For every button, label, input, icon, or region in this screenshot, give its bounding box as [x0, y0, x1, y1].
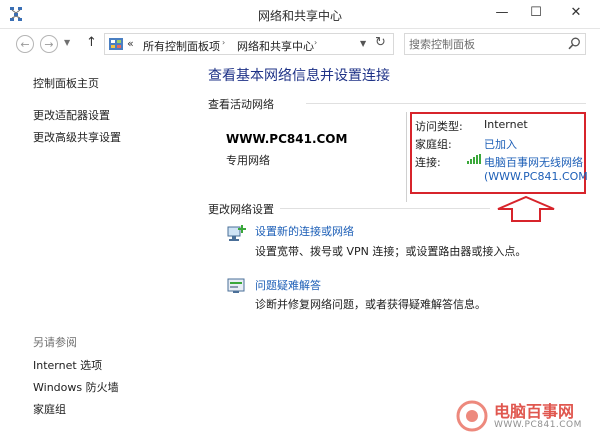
see-also-heading: 另请参阅 [33, 336, 77, 349]
refresh-icon[interactable]: ↻ [375, 35, 386, 50]
homegroup-link[interactable]: 已加入 [484, 136, 517, 152]
page-title: 查看基本网络信息并设置连接 [208, 68, 390, 84]
close-button[interactable]: ✕ [556, 0, 596, 26]
nav-control-panel-home[interactable]: 控制面板主页 [33, 75, 99, 91]
wifi-signal-icon [467, 154, 481, 164]
annotation-arrow-icon [496, 195, 556, 222]
active-networks-heading: 查看活动网络 [208, 98, 274, 111]
homegroup-label: 家庭组: [415, 138, 452, 151]
new-connection-icon [226, 223, 248, 245]
see-also-windows-firewall[interactable]: Windows 防火墙 [33, 379, 119, 395]
access-type-value: Internet [484, 118, 528, 131]
connection-link-line1[interactable]: 电脑百事网无线网络 [484, 154, 583, 170]
recent-locations-dropdown-icon[interactable]: ▼ [64, 38, 70, 47]
network-type[interactable]: 专用网络 [226, 152, 270, 168]
control-panel-icon [109, 38, 123, 50]
back-button[interactable]: ← [16, 35, 34, 53]
troubleshoot-icon [226, 276, 248, 298]
search-input[interactable] [409, 36, 559, 52]
connection-link-line2[interactable]: (WWW.PC841.COM [484, 170, 588, 183]
section-divider [280, 208, 490, 209]
address-history-dropdown-icon[interactable]: ▼ [360, 39, 366, 48]
nav-change-advanced-sharing[interactable]: 更改高级共享设置 [33, 129, 121, 145]
access-type-label: 访问类型: [415, 120, 463, 133]
change-network-settings-heading: 更改网络设置 [208, 203, 274, 216]
troubleshoot-description: 诊断并修复网络问题，或者获得疑难解答信息。 [255, 298, 486, 311]
vertical-divider [406, 112, 407, 202]
breadcrumb-all-control-panel-items[interactable]: 所有控制面板项 [143, 38, 220, 54]
setup-new-connection-description: 设置宽带、拨号或 VPN 连接；或设置路由器或接入点。 [255, 245, 527, 258]
address-row: ← → ▼ ↑ « 所有控制面板项 › 网络和共享中心 › ▼ ↻ [0, 29, 600, 59]
forward-button[interactable]: → [40, 35, 58, 53]
search-icon[interactable] [568, 37, 581, 50]
connection-label: 连接: [415, 156, 441, 169]
network-name: WWW.PC841.COM [226, 132, 348, 146]
watermark-url: WWW.PC841.COM [494, 420, 582, 430]
title-bar: 网络和共享中心 — ☐ ✕ [0, 0, 600, 29]
maximize-button[interactable]: ☐ [520, 0, 552, 26]
minimize-button[interactable]: — [486, 0, 518, 26]
see-also-internet-options[interactable]: Internet 选项 [33, 357, 102, 373]
watermark-text: 电脑百事网 [494, 402, 575, 421]
see-also-homegroup[interactable]: 家庭组 [33, 401, 66, 417]
breadcrumb-separator-icon[interactable]: › [222, 38, 225, 47]
breadcrumb-network-sharing-center[interactable]: 网络和共享中心 [237, 38, 314, 54]
breadcrumb-separator-icon[interactable]: › [314, 38, 317, 47]
troubleshoot-link[interactable]: 问题疑难解答 [255, 277, 321, 293]
breadcrumb-overflow[interactable]: « [127, 37, 134, 50]
up-button[interactable]: ↑ [86, 35, 97, 50]
address-bar[interactable]: « 所有控制面板项 › 网络和共享中心 › ▼ ↻ [104, 33, 394, 55]
setup-new-connection-link[interactable]: 设置新的连接或网络 [255, 223, 354, 239]
section-divider [306, 103, 586, 104]
search-box[interactable] [404, 33, 586, 55]
nav-change-adapter-settings[interactable]: 更改适配器设置 [33, 107, 110, 123]
